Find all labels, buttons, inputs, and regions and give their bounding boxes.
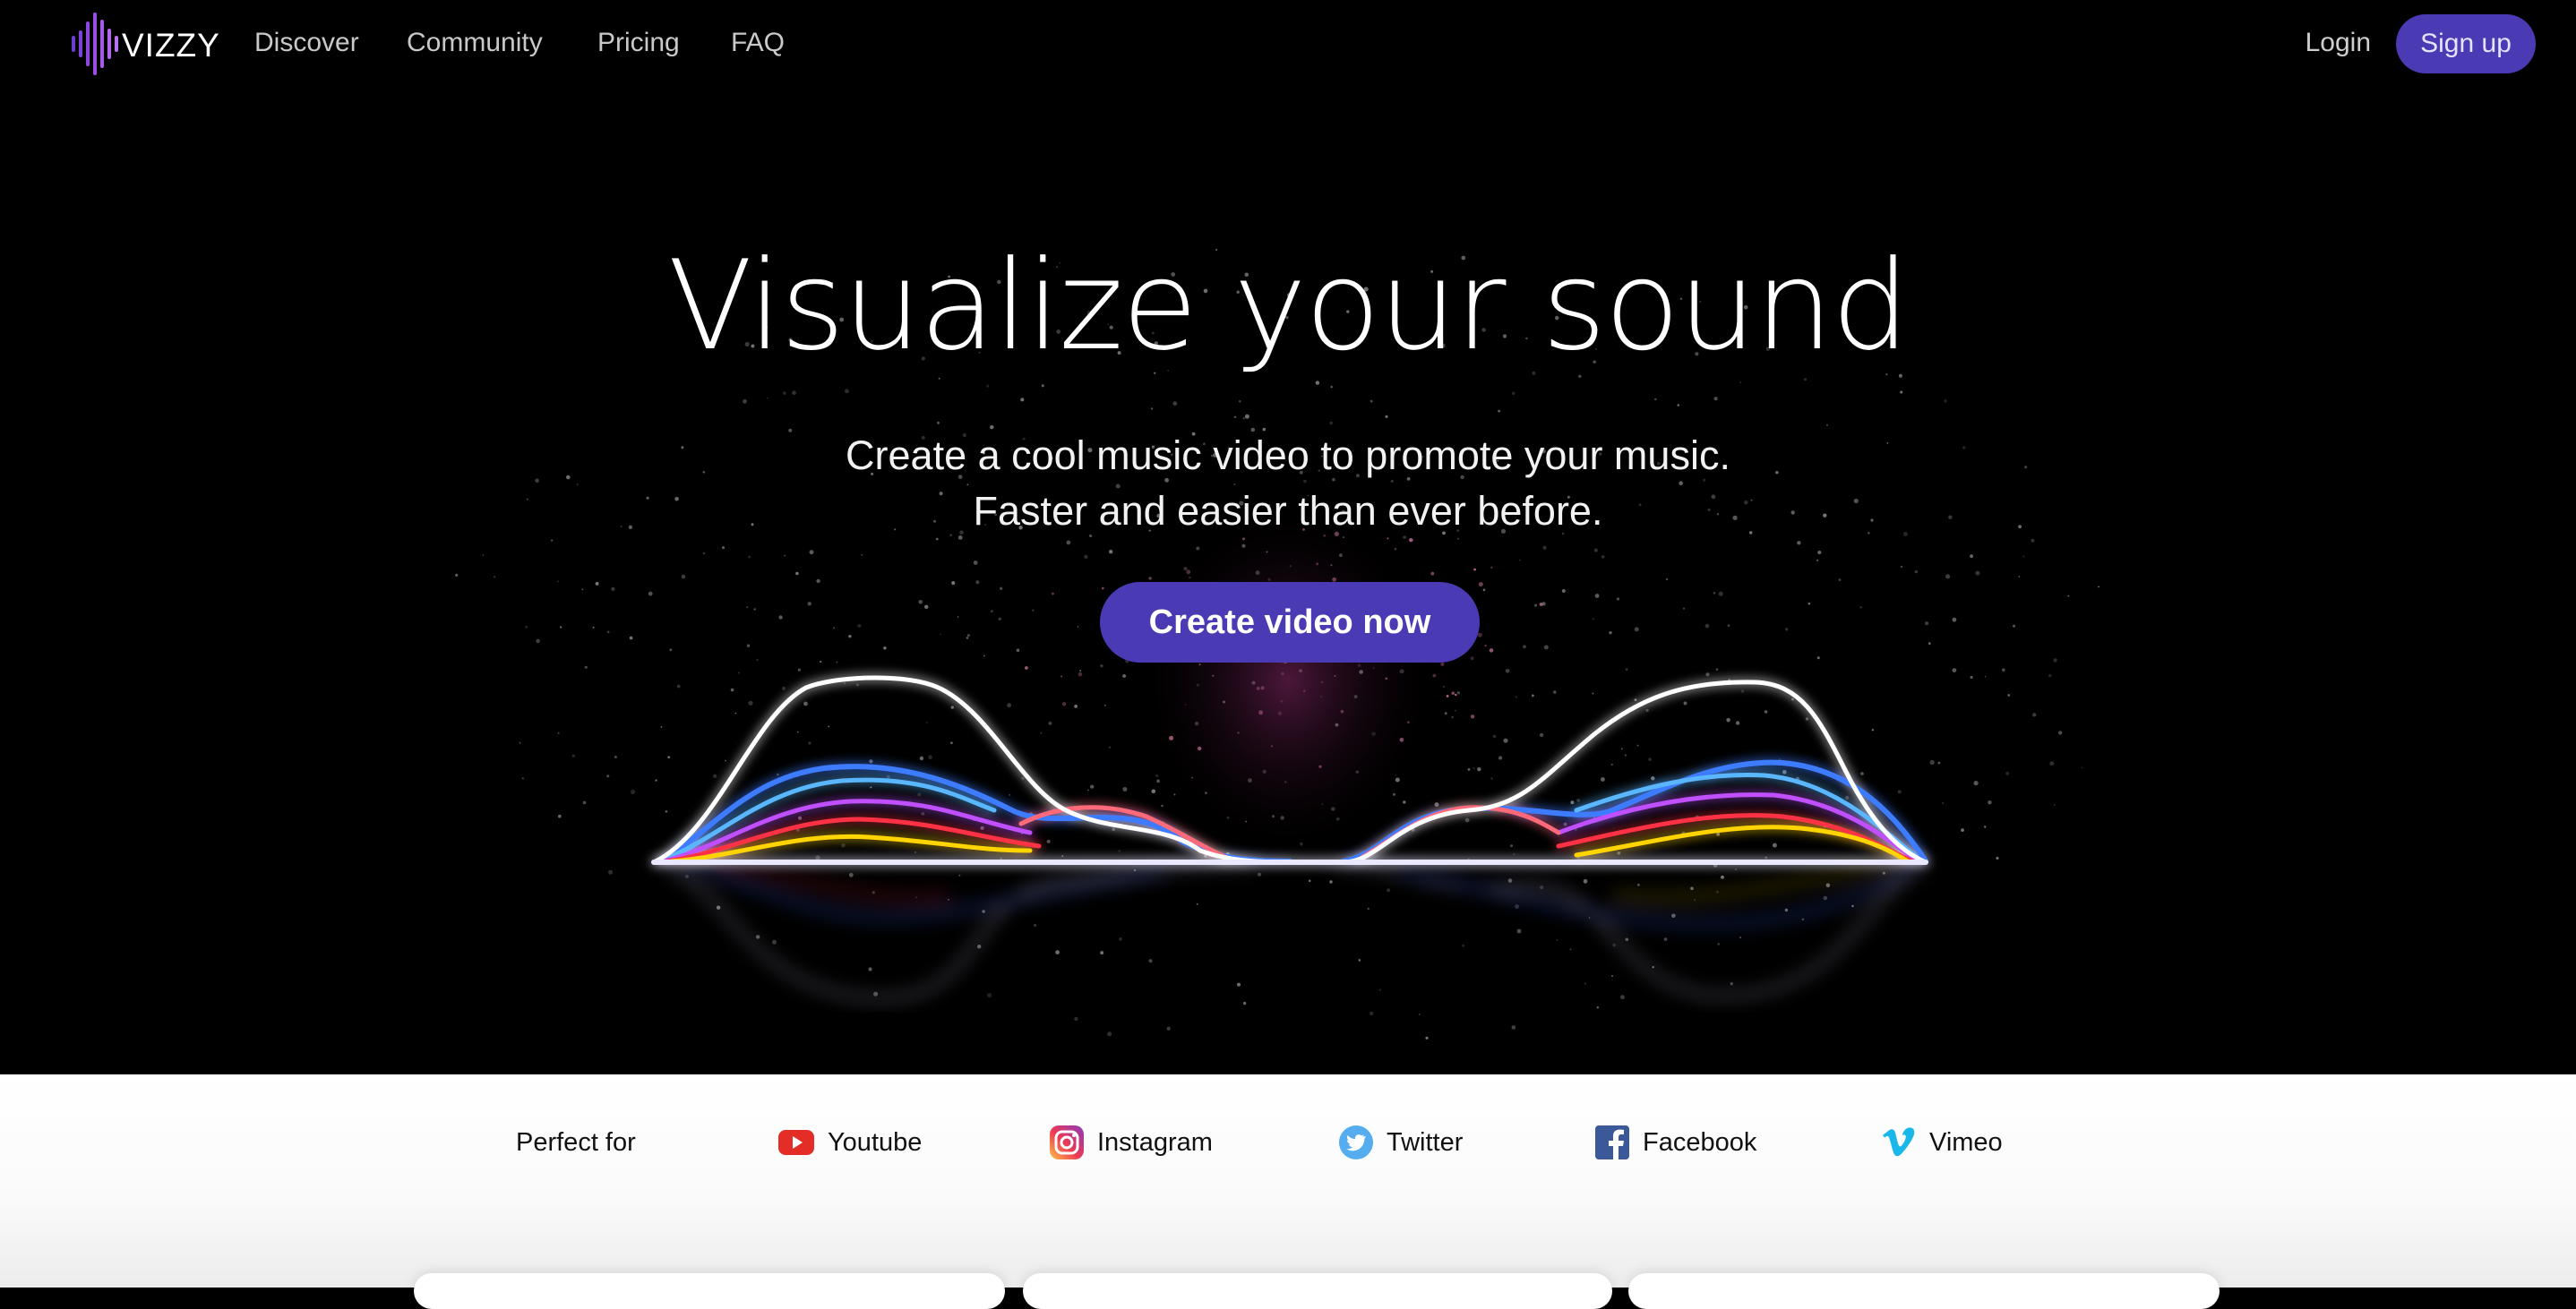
platform-name: Instagram	[1097, 1128, 1213, 1157]
feature-card	[1628, 1273, 2220, 1309]
platform-facebook: Facebook	[1594, 1125, 1756, 1160]
platform-name: Facebook	[1643, 1128, 1757, 1157]
feature-card	[414, 1273, 1005, 1309]
login-link[interactable]: Login	[2306, 25, 2371, 61]
platform-instagram: Instagram	[1049, 1125, 1213, 1160]
youtube-icon	[778, 1130, 814, 1155]
nav-community[interactable]: Community	[407, 25, 543, 61]
platform-youtube: Youtube	[777, 1125, 922, 1160]
nav-faq[interactable]: FAQ	[731, 25, 785, 61]
platform-name: Twitter	[1387, 1128, 1464, 1157]
hero-section: Visualize your sound Create a cool music…	[0, 0, 2576, 1074]
nav-pricing[interactable]: Pricing	[597, 25, 680, 61]
hero-subtitle-line-1: Create a cool music video to promote you…	[846, 432, 1730, 478]
platform-twitter: Twitter	[1338, 1125, 1463, 1160]
create-video-button[interactable]: Create video now	[1100, 582, 1480, 663]
top-navigation: VIZZY Discover Community Pricing FAQ Log…	[0, 0, 2576, 86]
signup-button[interactable]: Sign up	[2396, 14, 2536, 73]
platform-vimeo: Vimeo	[1881, 1125, 2003, 1160]
platform-strip: Perfect for Youtube Instagram Twitter Fa…	[0, 1074, 2576, 1288]
nav-discover[interactable]: Discover	[254, 25, 359, 61]
hero-title: Visualize your sound	[667, 234, 1911, 378]
facebook-icon	[1595, 1125, 1629, 1160]
perfect-for-label: Perfect for	[516, 1128, 636, 1157]
logo[interactable]: VIZZY	[70, 11, 220, 77]
vimeo-icon	[1883, 1127, 1915, 1157]
instagram-icon	[1050, 1125, 1084, 1159]
hero-subtitle-line-2: Faster and easier than ever before.	[973, 488, 1603, 534]
platform-name: Vimeo	[1929, 1128, 2003, 1157]
platform-name: Youtube	[828, 1128, 923, 1157]
logo-text: VIZZY	[122, 27, 220, 64]
twitter-icon	[1339, 1125, 1373, 1159]
feature-card	[1023, 1273, 1612, 1309]
sound-bars-icon	[72, 13, 118, 75]
